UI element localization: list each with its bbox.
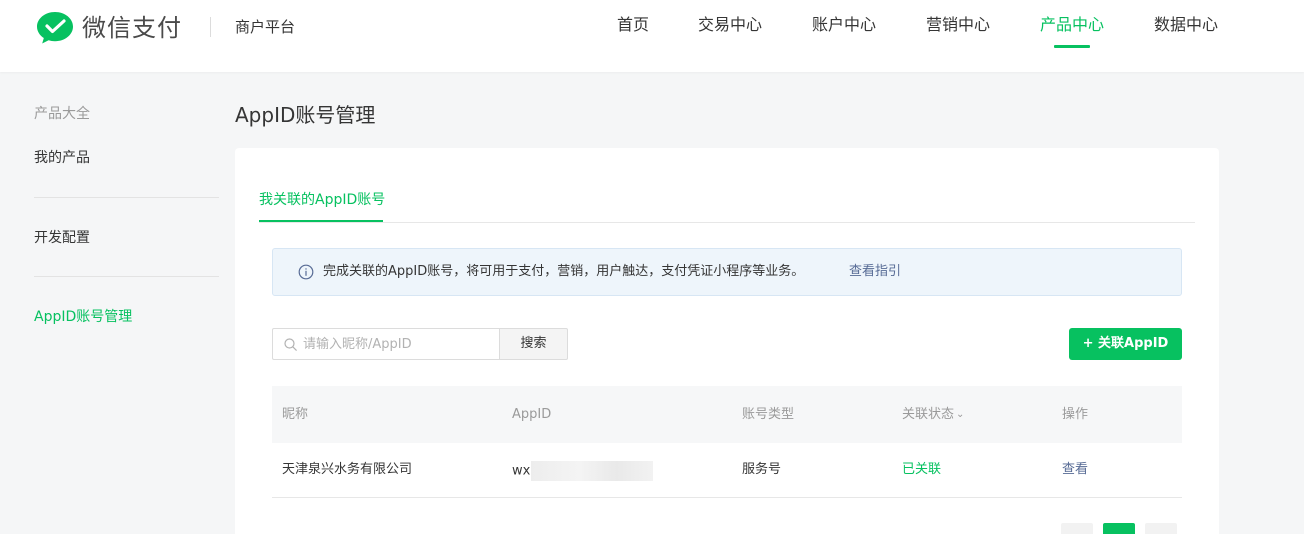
prev-page-button[interactable]: [1061, 523, 1093, 534]
cell-appid: wx: [512, 461, 654, 481]
table-header: 昵称 AppID 账号类型 关联状态 ⌄ 操作: [272, 386, 1182, 443]
search-button[interactable]: 搜索: [499, 328, 568, 360]
content-card: 我关联的AppID账号 完成关联的AppID账号，将可用于支付，营销，用户触达，…: [235, 148, 1219, 534]
nav-product-center-label: 产品中心: [1040, 15, 1105, 34]
sidebar-item-appid-management[interactable]: AppID账号管理: [34, 308, 132, 326]
sidebar-item-my-products[interactable]: 我的产品: [34, 149, 90, 167]
view-link[interactable]: 查看: [1062, 461, 1088, 479]
column-action: 操作: [1062, 407, 1089, 422]
column-status-filter[interactable]: 关联状态 ⌄: [902, 406, 964, 425]
sidebar-group-title: 产品大全: [34, 106, 90, 122]
sidebar-divider: [34, 276, 219, 277]
tab-active-indicator: [259, 220, 383, 222]
cell-account-type: 服务号: [742, 462, 782, 477]
nav-active-indicator: [1054, 45, 1090, 48]
cell-appid-prefix: wx: [512, 463, 531, 479]
info-icon: [298, 264, 314, 280]
search-input[interactable]: [303, 329, 493, 359]
chevron-down-icon: ⌄: [956, 409, 965, 420]
page-button-current[interactable]: [1103, 523, 1135, 534]
sidebar-divider: [34, 197, 219, 198]
nav-account-center[interactable]: 账户中心: [812, 14, 876, 36]
main-nav: 首页 交易中心 账户中心 营销中心 产品中心 数据中心: [0, 14, 1304, 72]
view-guide-link[interactable]: 查看指引: [849, 263, 901, 281]
column-account-type: 账号类型: [742, 407, 795, 422]
cell-status: 已关联: [902, 462, 942, 477]
sidebar-item-dev-config[interactable]: 开发配置: [34, 229, 90, 247]
top-header: 微信支付 商户平台 首页 交易中心 账户中心 营销中心 产品中心 数据中心: [0, 0, 1304, 72]
next-page-button[interactable]: [1145, 523, 1177, 534]
nav-data-center[interactable]: 数据中心: [1154, 14, 1218, 36]
search-field[interactable]: [272, 328, 499, 360]
tab-bar: 我关联的AppID账号: [259, 188, 1195, 223]
nav-marketing-center[interactable]: 营销中心: [926, 14, 990, 36]
search-icon: [284, 338, 297, 351]
tab-linked-appid[interactable]: 我关联的AppID账号: [259, 188, 385, 209]
column-appid: AppID: [512, 407, 552, 422]
nav-product-center[interactable]: 产品中心: [1040, 14, 1105, 48]
column-nickname: 昵称: [282, 407, 309, 422]
redacted-mask: [531, 461, 654, 481]
nav-trade-center[interactable]: 交易中心: [698, 14, 762, 36]
nav-home[interactable]: 首页: [617, 14, 649, 36]
info-notice: 完成关联的AppID账号，将可用于支付，营销，用户触达，支付凭证小程序等业务。 …: [272, 248, 1182, 296]
link-appid-button[interactable]: + 关联AppID: [1069, 328, 1182, 360]
page-title: AppID账号管理: [235, 103, 376, 127]
cell-nickname: 天津泉兴水务有限公司: [282, 462, 413, 477]
table-row: 天津泉兴水务有限公司 wx 服务号 已关联 查看: [272, 443, 1182, 498]
column-status: 关联状态: [902, 407, 955, 422]
notice-text: 完成关联的AppID账号，将可用于支付，营销，用户触达，支付凭证小程序等业务。: [323, 264, 805, 279]
